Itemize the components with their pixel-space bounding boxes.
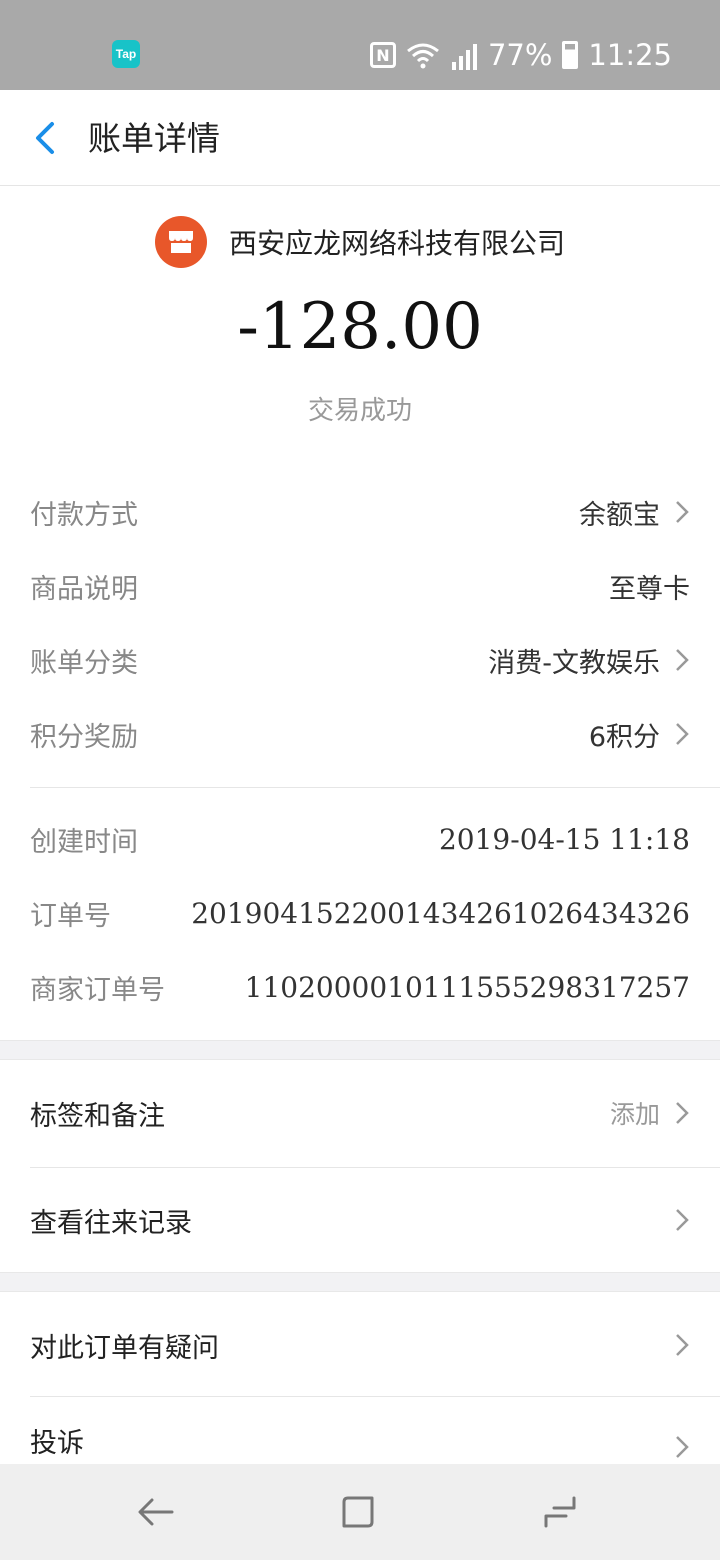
- section-divider: [30, 787, 720, 788]
- status-indicators: N 77% 11:25: [369, 36, 672, 74]
- app-header: 账单详情: [0, 90, 720, 186]
- detail-value: 消费-文教娱乐: [488, 641, 690, 680]
- action-right: 添加: [610, 1095, 690, 1131]
- question-row[interactable]: 对此订单有疑问: [0, 1293, 720, 1397]
- detail-value: 2019041522001434261026434326: [191, 896, 690, 930]
- chevron-right-icon: [676, 1334, 689, 1356]
- detail-row-points[interactable]: 积分奖励 6积分: [0, 697, 720, 771]
- merchant-name: 西安应龙网络科技有限公司: [228, 227, 565, 260]
- action-label: 对此订单有疑问: [30, 1332, 219, 1364]
- detail-row-order-number: 订单号 2019041522001434261026434326: [0, 876, 720, 950]
- complaint-row[interactable]: 投诉: [0, 1397, 720, 1464]
- chevron-right-icon: [676, 1436, 689, 1458]
- action-label: 投诉: [30, 1428, 84, 1459]
- detail-row-category[interactable]: 账单分类 消费-文教娱乐: [0, 623, 720, 697]
- chevron-right-icon: [676, 501, 689, 523]
- order-info-list: 创建时间 2019-04-15 11:18 订单号 20190415220014…: [0, 802, 720, 1024]
- detail-label: 付款方式: [30, 499, 138, 531]
- action-right: [674, 1207, 690, 1233]
- detail-value: 余额宝: [579, 493, 690, 532]
- detail-label: 订单号: [30, 900, 111, 932]
- status-bar: Tap N 77% 11:25: [0, 0, 720, 90]
- chevron-right-icon: [676, 723, 689, 745]
- detail-label: 商品说明: [30, 573, 138, 605]
- detail-label: 积分奖励: [30, 721, 138, 753]
- action-label: 标签和备注: [30, 1100, 165, 1132]
- battery-percent: 77%: [487, 38, 553, 72]
- add-hint: 添加: [609, 1100, 660, 1129]
- history-row[interactable]: 查看往来记录: [0, 1168, 720, 1272]
- back-arrow-icon[interactable]: [136, 1492, 176, 1532]
- detail-row-payment-method[interactable]: 付款方式 余额宝: [0, 475, 720, 549]
- chevron-right-icon: [676, 1102, 689, 1124]
- wifi-icon: [407, 43, 439, 69]
- tags-notes-row[interactable]: 标签和备注 添加: [0, 1061, 720, 1165]
- page-title: 账单详情: [88, 119, 220, 158]
- merchant-row: 西安应龙网络科技有限公司: [0, 212, 720, 272]
- detail-value: 2019-04-15 11:18: [438, 822, 690, 856]
- nfc-icon: N: [369, 42, 396, 68]
- detail-label: 商家订单号: [30, 974, 165, 1006]
- system-nav-bar: [0, 1464, 720, 1560]
- detail-row-merchant-order-number: 商家订单号 1102000010111555298317257: [0, 950, 720, 1024]
- detail-value: 至尊卡: [609, 573, 690, 605]
- detail-label: 账单分类: [30, 647, 138, 679]
- transaction-status: 交易成功: [307, 396, 412, 426]
- section-gap: [0, 1272, 720, 1292]
- detail-value: 6积分: [589, 715, 690, 754]
- detail-list: 付款方式 余额宝 商品说明 至尊卡 账单分类 消费-文教娱乐 积分奖励 6积分: [0, 475, 720, 771]
- detail-row-created-time: 创建时间 2019-04-15 11:18: [0, 802, 720, 876]
- battery-icon: [562, 41, 579, 69]
- detail-value: 1102000010111555298317257: [244, 970, 690, 1004]
- signal-4g-icon: [451, 44, 477, 70]
- chevron-left-icon[interactable]: [30, 118, 60, 158]
- home-square-icon[interactable]: [338, 1492, 378, 1532]
- chevron-right-icon: [676, 1209, 689, 1231]
- action-right: [674, 1434, 690, 1460]
- chevron-right-icon: [676, 649, 689, 671]
- recent-apps-icon[interactable]: [540, 1492, 580, 1532]
- detail-row-product-desc: 商品说明 至尊卡: [0, 549, 720, 623]
- tap-app-icon: Tap: [112, 40, 140, 68]
- detail-label: 创建时间: [30, 826, 138, 858]
- action-label: 查看往来记录: [30, 1207, 192, 1239]
- section-gap: [0, 1040, 720, 1060]
- transaction-amount: -128.00: [237, 290, 483, 364]
- action-right: [674, 1332, 690, 1358]
- status-time: 11:25: [588, 38, 672, 72]
- store-icon: [154, 216, 207, 268]
